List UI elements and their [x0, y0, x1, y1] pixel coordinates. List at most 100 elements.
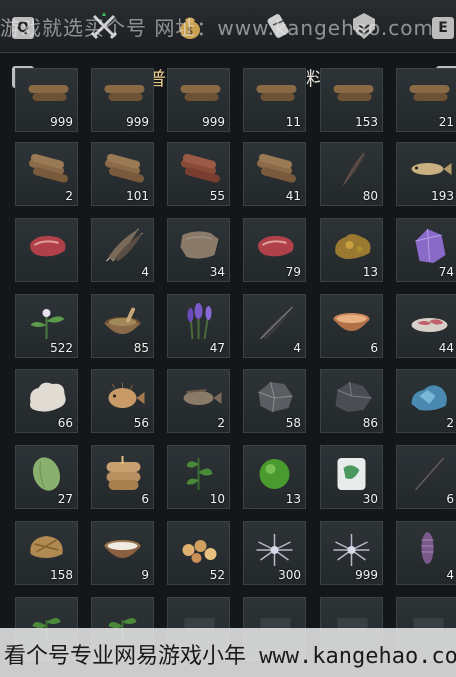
item-count: 55	[209, 189, 225, 203]
item-count: 193	[431, 189, 454, 203]
inventory-slot[interactable]: 55	[167, 142, 230, 206]
inventory-slot[interactable]: 4	[243, 294, 306, 358]
mint-herb-icon	[186, 458, 213, 490]
item-count: 52	[209, 568, 225, 582]
inventory-slot[interactable]: 6	[396, 445, 456, 509]
raw-meat-icon	[30, 235, 66, 257]
inventory-slot[interactable]: 80	[320, 142, 383, 206]
item-count: 300	[278, 568, 301, 582]
purple-spike-icon	[421, 532, 434, 564]
milk-bowl-icon	[104, 540, 141, 558]
meat-slices-icon	[411, 318, 448, 332]
inventory-slot[interactable]: 6	[91, 445, 154, 509]
feathers-icon	[106, 228, 143, 262]
item-count: 2	[65, 189, 73, 203]
black-feather-icon	[415, 456, 446, 491]
logs-icon	[104, 153, 145, 183]
pufferfish-icon	[108, 383, 145, 408]
inventory-slot[interactable]: 34	[167, 218, 230, 282]
item-count: 4	[293, 341, 301, 355]
inventory-slot[interactable]: 101	[91, 142, 154, 206]
item-count: 34	[209, 265, 225, 279]
inventory-slot[interactable]: 300	[243, 521, 306, 585]
mortar-bowl-icon	[104, 307, 141, 334]
item-count: 2	[446, 416, 454, 430]
hide-icon	[180, 231, 219, 259]
wood-bundle-icon	[180, 85, 221, 101]
fish-icon	[411, 163, 452, 175]
inventory-grid: 999 999 999 11 153 21 2 101 55 41 80 193 4 34 79 13 74 52…	[0, 0, 456, 677]
item-count: 522	[50, 341, 73, 355]
inventory-slot[interactable]: 2	[396, 369, 456, 433]
inventory-slot[interactable]: 21	[396, 68, 456, 132]
amethyst-icon	[415, 228, 446, 263]
inventory-slot[interactable]: 2	[15, 142, 78, 206]
lavender-icon	[187, 303, 212, 340]
item-count: 158	[50, 568, 73, 582]
inventory-slot[interactable]: 6	[320, 294, 383, 358]
inventory-slot[interactable]: 153	[320, 68, 383, 132]
inventory-slot[interactable]: 999	[91, 68, 154, 132]
dark-ore-icon	[335, 381, 372, 412]
inventory-slot[interactable]: 66	[15, 369, 78, 433]
inventory-slot[interactable]: 999	[167, 68, 230, 132]
item-count: 2	[217, 416, 225, 430]
inventory-slot[interactable]: 86	[320, 369, 383, 433]
inventory-slot[interactable]: 9	[91, 521, 154, 585]
silver-flower-icon	[333, 534, 370, 566]
inventory-slot[interactable]: 999	[320, 521, 383, 585]
inventory-slot[interactable]: 13	[243, 445, 306, 509]
inventory-slot[interactable]: 56	[91, 369, 154, 433]
inventory-slot[interactable]: 41	[243, 142, 306, 206]
inventory-slot[interactable]: 11	[243, 68, 306, 132]
inventory-slot[interactable]: 999	[15, 68, 78, 132]
item-count: 74	[438, 265, 454, 279]
wood-bundle-icon	[256, 85, 297, 101]
inventory-slot[interactable]: 13	[320, 218, 383, 282]
nuts-icon	[182, 540, 217, 563]
inventory-slot[interactable]: 4	[396, 521, 456, 585]
item-count: 11	[285, 115, 301, 129]
item-count: 56	[133, 416, 149, 430]
inventory-slot[interactable]: 522	[15, 294, 78, 358]
ore-lump-icon	[335, 234, 371, 259]
inventory-slot[interactable]: 27	[15, 445, 78, 509]
item-count: 999	[50, 115, 73, 129]
grain-sacks-icon	[106, 456, 141, 490]
melon-icon	[32, 457, 61, 491]
item-count: 6	[370, 341, 378, 355]
inventory-slot[interactable]: 85	[91, 294, 154, 358]
inventory-slot[interactable]: 10	[167, 445, 230, 509]
inventory-slot[interactable]: 52	[167, 521, 230, 585]
item-count: 13	[285, 492, 301, 506]
item-count: 47	[209, 341, 225, 355]
inventory-slot[interactable]: 158	[15, 521, 78, 585]
inventory-slot[interactable]: 79	[243, 218, 306, 282]
inventory-slot[interactable]: 44	[396, 294, 456, 358]
inventory-slot[interactable]	[15, 218, 78, 282]
inventory-slot[interactable]: 58	[243, 369, 306, 433]
item-count: 80	[362, 189, 378, 203]
wood-bundle-icon	[409, 85, 450, 101]
inventory-slot[interactable]: 4	[91, 218, 154, 282]
wood-bundle-icon	[104, 85, 145, 101]
item-count: 85	[133, 341, 149, 355]
item-count: 9	[141, 568, 149, 582]
wool-icon	[30, 382, 66, 412]
inventory-slot[interactable]: 2	[167, 369, 230, 433]
inventory-slot[interactable]: 47	[167, 294, 230, 358]
item-count: 6	[141, 492, 149, 506]
herb-flower-icon	[30, 309, 65, 339]
item-count: 58	[285, 416, 301, 430]
jade-orb-icon	[259, 459, 290, 489]
inventory-slot[interactable]: 30	[320, 445, 383, 509]
item-count: 999	[355, 568, 378, 582]
item-count: 44	[438, 341, 454, 355]
inventory-slot[interactable]: 193	[396, 142, 456, 206]
footer-watermark-text: 看个号专业网易游戏小年 www.kangehao.co	[4, 644, 456, 669]
item-count: 101	[126, 189, 149, 203]
dark-feather-icon	[343, 152, 366, 186]
silver-flower-icon	[256, 534, 293, 566]
item-count: 6	[446, 492, 454, 506]
inventory-slot[interactable]: 74	[396, 218, 456, 282]
